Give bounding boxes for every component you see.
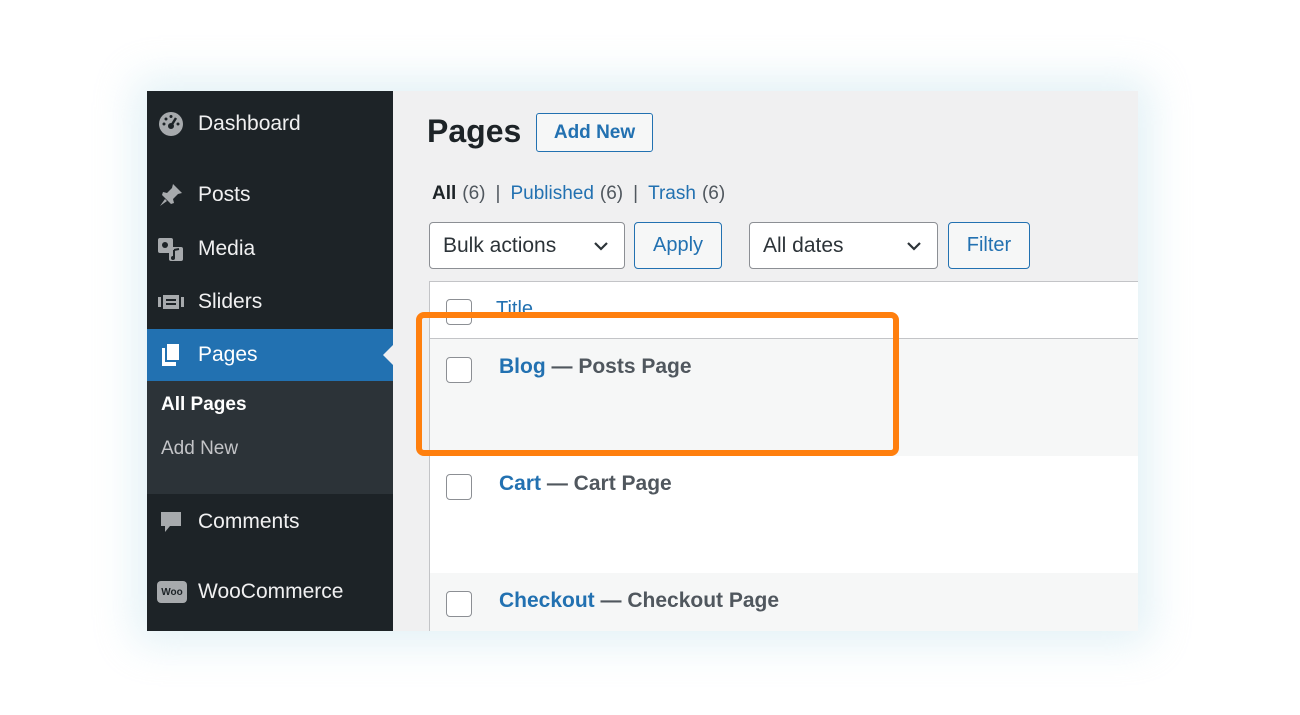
- sidebar-item-label: Posts: [198, 183, 251, 206]
- filter-all-link[interactable]: All: [432, 183, 456, 205]
- submenu-item-add-new[interactable]: Add New: [161, 438, 238, 460]
- column-header-title[interactable]: Title: [496, 298, 533, 321]
- dates-value: All dates: [763, 233, 844, 257]
- pushpin-icon: [157, 181, 185, 209]
- filter-trash-count: (6): [701, 183, 726, 204]
- row-post-state: — Cart Page: [541, 472, 672, 495]
- woocommerce-icon: Woo: [157, 578, 187, 606]
- row-title-link[interactable]: Checkout: [499, 589, 595, 612]
- pages-icon: [157, 341, 185, 369]
- row-title-link[interactable]: Cart: [499, 472, 541, 495]
- sidebar-item-woocommerce[interactable]: Woo WooCommerce: [147, 566, 393, 618]
- table-row: Cart — Cart Page: [430, 456, 1138, 573]
- sidebar-item-posts[interactable]: Posts: [147, 169, 393, 221]
- sidebar-item-dashboard[interactable]: Dashboard: [147, 98, 393, 150]
- sidebar-item-media[interactable]: Media: [147, 223, 393, 275]
- row-checkbox[interactable]: [446, 474, 472, 500]
- filter-separator: |: [633, 183, 639, 204]
- table-row: Blog — Posts Page: [430, 339, 1138, 456]
- woocommerce-badge: Woo: [157, 581, 187, 603]
- dates-select[interactable]: All dates: [749, 222, 938, 269]
- row-checkbox[interactable]: [446, 591, 472, 617]
- chevron-down-icon: [594, 242, 608, 251]
- bulk-actions-select[interactable]: Bulk actions: [429, 222, 625, 269]
- add-new-button[interactable]: Add New: [536, 113, 653, 152]
- filter-published-link[interactable]: Published: [510, 183, 593, 205]
- table-header: Title: [430, 282, 1138, 339]
- filter-button[interactable]: Filter: [948, 222, 1030, 269]
- main-content: Pages Add New All (6) | Published (6) | …: [393, 91, 1138, 631]
- sidebar-item-label: Sliders: [198, 290, 263, 313]
- row-title-link[interactable]: Blog: [499, 355, 546, 378]
- dashboard-icon: [157, 110, 185, 138]
- filter-all-count: (6): [462, 183, 486, 204]
- row-title: Cart — Cart Page: [499, 472, 672, 496]
- sidebar-item-comments[interactable]: Comments: [147, 496, 393, 548]
- filter-trash-link[interactable]: Trash: [648, 183, 696, 205]
- select-all-checkbox[interactable]: [446, 299, 472, 325]
- row-post-state: — Posts Page: [545, 355, 692, 378]
- pages-submenu: All Pages Add New: [147, 381, 393, 494]
- bulk-actions-value: Bulk actions: [443, 233, 557, 257]
- table-row: Checkout — Checkout Page: [430, 573, 1138, 631]
- row-checkbox[interactable]: [446, 357, 472, 383]
- row-post-state: — Checkout Page: [594, 589, 780, 612]
- sidebar-item-label: Pages: [198, 343, 258, 366]
- sidebar-item-label: Media: [198, 237, 256, 260]
- row-title: Checkout — Checkout Page: [499, 589, 779, 613]
- media-icon: [157, 235, 185, 263]
- comment-icon: [157, 508, 185, 536]
- apply-button[interactable]: Apply: [634, 222, 722, 269]
- page-title: Pages: [427, 113, 522, 149]
- filter-separator: |: [495, 183, 501, 204]
- sidebar-item-label: Dashboard: [198, 112, 301, 135]
- submenu-item-all-pages[interactable]: All Pages: [161, 394, 247, 416]
- row-title: Blog — Posts Page: [499, 355, 692, 379]
- sidebar-item-sliders[interactable]: Sliders: [147, 276, 393, 328]
- sidebar-item-label: Comments: [198, 510, 300, 533]
- wp-admin-window: Dashboard Posts Media Sliders Pages All …: [147, 91, 1138, 631]
- sidebar-item-label: WooCommerce: [198, 580, 344, 603]
- sliders-icon: [157, 288, 185, 316]
- admin-sidebar: Dashboard Posts Media Sliders Pages All …: [147, 91, 393, 631]
- filter-published-count: (6): [599, 183, 624, 204]
- status-filter-links: All (6) | Published (6) | Trash (6): [432, 183, 725, 205]
- pages-table: Title Blog — Posts Page Cart — Cart Page…: [429, 281, 1138, 631]
- chevron-down-icon: [907, 242, 921, 251]
- sidebar-item-pages[interactable]: Pages: [147, 329, 393, 381]
